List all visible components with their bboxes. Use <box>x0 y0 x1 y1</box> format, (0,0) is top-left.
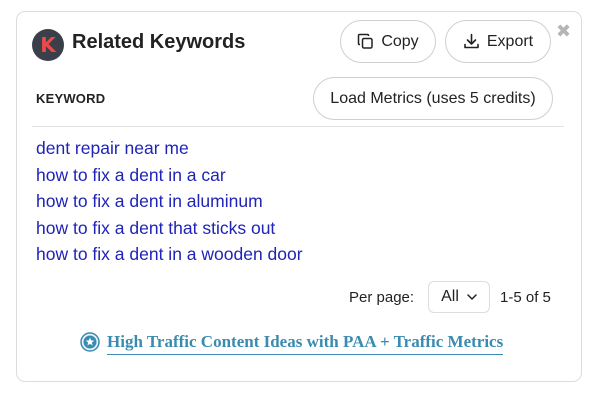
keyword-column-header: KEYWORD <box>36 91 106 106</box>
per-page-value: All <box>441 288 459 305</box>
promo-link[interactable]: High Traffic Content Ideas with PAA + Tr… <box>107 332 504 355</box>
close-icon[interactable]: ✖ <box>556 22 571 40</box>
copy-button[interactable]: Copy <box>340 20 436 63</box>
header-divider <box>32 126 564 127</box>
keyword-link[interactable]: dent repair near me <box>36 135 303 162</box>
panel-title: Related Keywords <box>72 31 246 53</box>
keyword-link[interactable]: how to fix a dent in a wooden door <box>36 241 303 268</box>
logo-letter: K <box>40 33 56 57</box>
star-badge-icon <box>80 332 100 352</box>
per-page-select[interactable]: All <box>428 281 490 313</box>
export-button[interactable]: Export <box>445 20 551 63</box>
load-metrics-button[interactable]: Load Metrics (uses 5 credits) <box>313 77 553 120</box>
per-page-label: Per page: <box>349 289 415 306</box>
pagination-range: 1-5 of 5 <box>500 289 551 306</box>
load-metrics-label: Load Metrics (uses 5 credits) <box>330 89 536 107</box>
keywords-everywhere-logo: K <box>32 29 64 61</box>
keyword-list: dent repair near me how to fix a dent in… <box>36 135 303 268</box>
keyword-link[interactable]: how to fix a dent that sticks out <box>36 215 303 242</box>
chevron-down-icon <box>467 293 477 300</box>
download-icon <box>464 33 479 49</box>
keyword-link[interactable]: how to fix a dent in a car <box>36 162 303 189</box>
export-button-label: Export <box>486 32 534 50</box>
keyword-link[interactable]: how to fix a dent in aluminum <box>36 188 303 215</box>
copy-icon <box>358 33 374 49</box>
copy-button-label: Copy <box>381 32 419 50</box>
